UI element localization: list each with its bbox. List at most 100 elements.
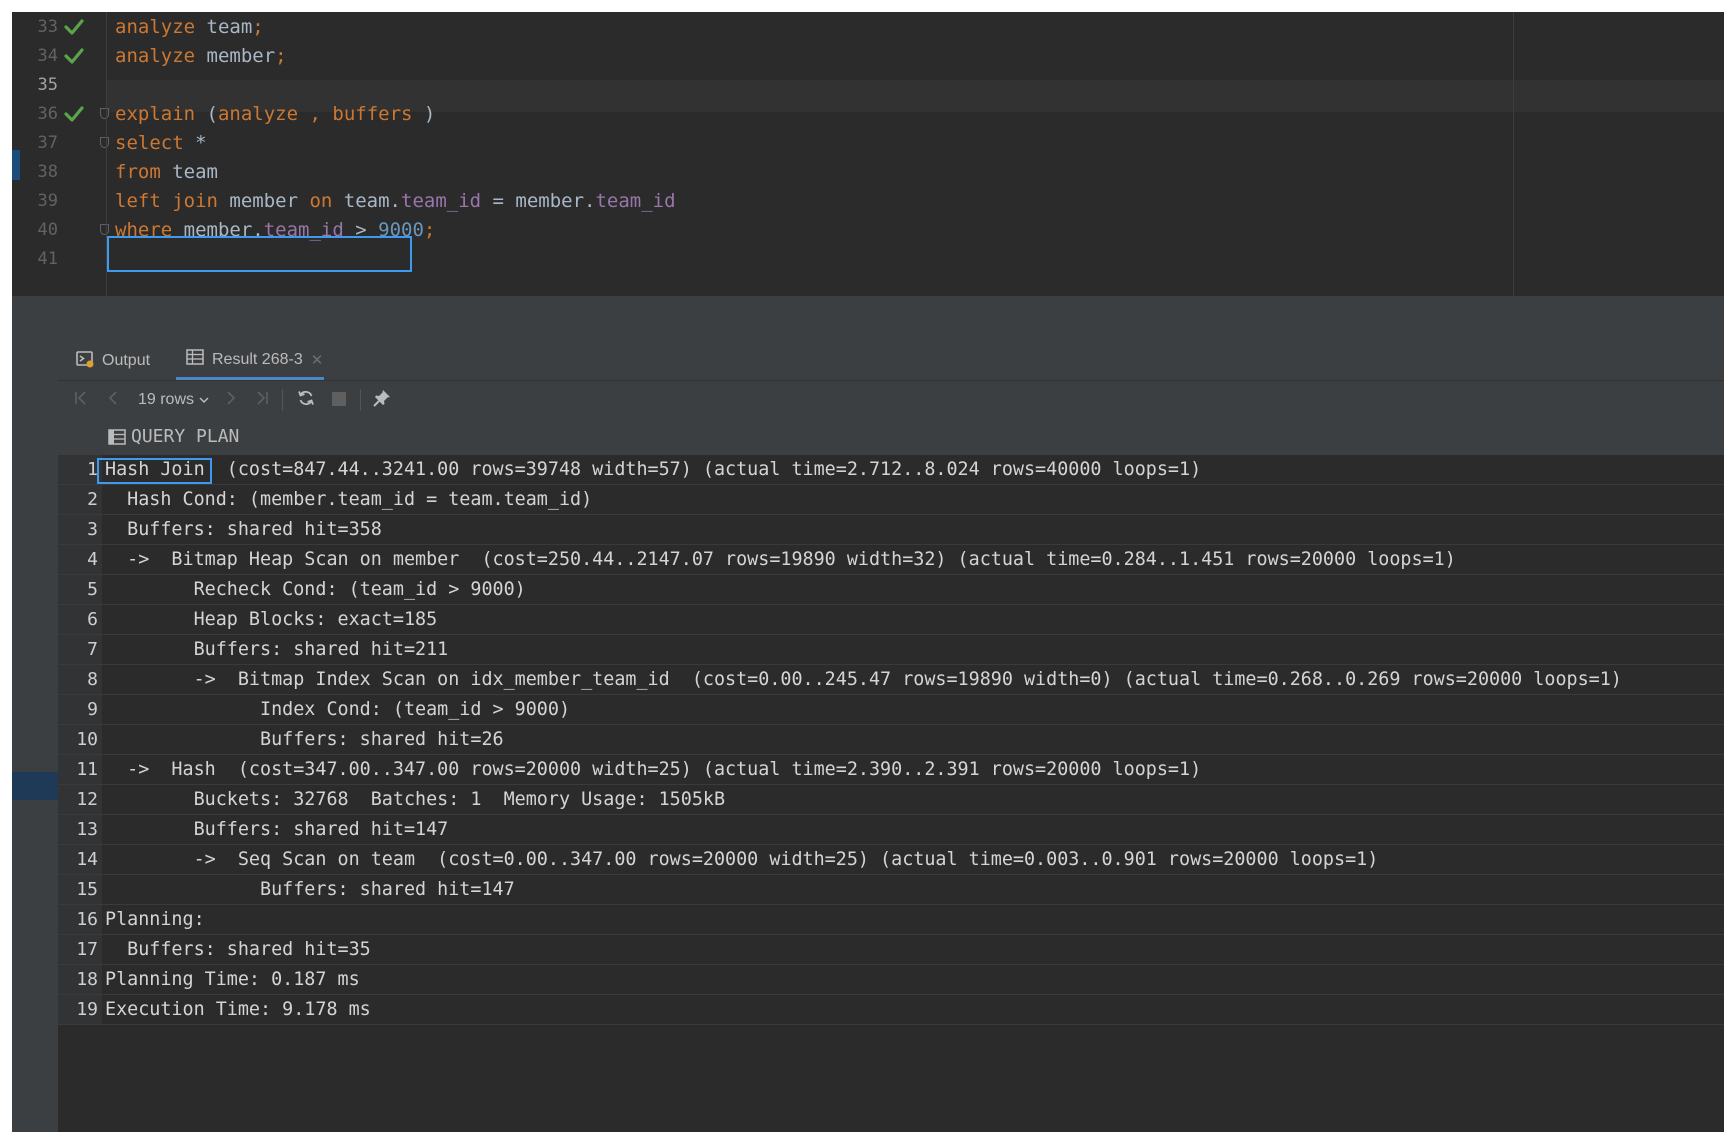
table-row[interactable]: 11 -> Hash (cost=347.00..347.00 rows=200… xyxy=(58,755,1724,785)
row-number: 18 xyxy=(58,965,102,994)
query-plan-cell[interactable]: -> Bitmap Index Scan on idx_member_team_… xyxy=(105,665,1622,694)
table-row[interactable]: 16 Planning: xyxy=(58,905,1724,935)
query-plan-cell[interactable]: Buffers: shared hit=26 xyxy=(105,725,504,754)
row-number: 1 xyxy=(58,455,102,484)
results-grid[interactable]: 1 Hash Join (cost=847.44..3241.00 rows=39… xyxy=(58,455,1724,1132)
query-plan-cell[interactable]: Buffers: shared hit=358 xyxy=(105,515,382,544)
query-plan-cell[interactable]: Buffers: shared hit=147 xyxy=(105,815,449,844)
table-row[interactable]: 10 Buffers: shared hit=26 xyxy=(58,725,1724,755)
line-number: 35 xyxy=(37,75,58,95)
line-number: 33 xyxy=(37,17,58,37)
query-plan-cell[interactable]: -> Hash (cost=347.00..347.00 rows=20000 … xyxy=(105,755,1201,784)
gutter-line[interactable]: 33 xyxy=(12,12,107,43)
row-number: 12 xyxy=(58,785,102,814)
table-row[interactable]: 13 Buffers: shared hit=147 xyxy=(58,815,1724,845)
code-token: team. xyxy=(332,190,401,212)
sql-editor[interactable]: 33 34 35 36 37 38 39 40 41 analyze team; analyze … xyxy=(12,12,1724,296)
code-line: analyze team; xyxy=(115,12,264,43)
line-number: 40 xyxy=(37,220,58,240)
line-number: 38 xyxy=(37,162,58,182)
tab-output[interactable]: Output xyxy=(76,342,166,380)
query-plan-cell[interactable]: Buffers: shared hit=211 xyxy=(105,635,449,664)
chevron-right-icon xyxy=(223,390,239,410)
gutter-line[interactable]: 41 xyxy=(12,243,107,275)
editor-gutter: 33 34 35 36 37 38 39 40 41 xyxy=(12,12,109,296)
table-row[interactable]: 14 -> Seq Scan on team (cost=0.00..347.0… xyxy=(58,845,1724,875)
gutter-line[interactable]: 35 xyxy=(12,69,107,101)
row-number: 19 xyxy=(58,995,102,1024)
gutter-line[interactable]: 38 xyxy=(12,156,107,188)
refresh-button[interactable] xyxy=(294,381,318,419)
table-row[interactable]: 17 Buffers: shared hit=35 xyxy=(58,935,1724,965)
tab-output-label: Output xyxy=(102,352,151,369)
code-token: member xyxy=(195,45,276,67)
gutter-line[interactable]: 37 xyxy=(12,127,109,159)
line-number: 36 xyxy=(37,104,58,124)
query-plan-cell[interactable]: Index Cond: (team_id > 9000) xyxy=(105,695,570,724)
results-toolbar: 19 rows xyxy=(58,381,1724,419)
gutter-line[interactable]: 34 xyxy=(12,40,107,72)
code-token: buffers xyxy=(332,103,413,125)
rows-count-label: 19 rows xyxy=(137,391,195,408)
right-margin-guide xyxy=(1513,12,1514,296)
previous-page-button[interactable] xyxy=(102,381,124,419)
query-plan-cell[interactable]: Planning: xyxy=(105,905,205,934)
table-row[interactable]: 3 Buffers: shared hit=358 xyxy=(58,515,1724,545)
close-tab-icon[interactable]: ✕ xyxy=(311,351,324,369)
toolbar-separator xyxy=(282,389,283,411)
last-page-button[interactable] xyxy=(251,381,273,419)
last-page-icon xyxy=(254,390,270,410)
results-tabs: Output Result 268-3 ✕ xyxy=(58,342,1724,381)
query-plan-cell[interactable]: Execution Time: 9.178 ms xyxy=(105,995,371,1024)
first-page-icon xyxy=(73,390,89,410)
rows-count-dropdown[interactable]: 19 rows xyxy=(134,381,214,419)
table-row[interactable]: 15 Buffers: shared hit=147 xyxy=(58,875,1724,905)
fold-marker-icon[interactable] xyxy=(100,108,109,119)
code-token: explain xyxy=(115,103,196,125)
table-row[interactable]: 18 Planning Time: 0.187 ms xyxy=(58,965,1724,995)
code-token: analyze , xyxy=(217,103,321,125)
first-page-button[interactable] xyxy=(70,381,92,419)
column-header-label: QUERY PLAN xyxy=(131,426,240,447)
table-row[interactable]: 5 Recheck Cond: (team_id > 9000) xyxy=(58,575,1724,605)
fold-marker-icon[interactable] xyxy=(100,224,109,235)
table-row[interactable]: 8 -> Bitmap Index Scan on idx_member_tea… xyxy=(58,665,1724,695)
query-plan-cell[interactable]: Recheck Cond: (team_id > 9000) xyxy=(105,575,526,604)
query-plan-cell[interactable]: -> Bitmap Heap Scan on member (cost=250.… xyxy=(105,545,1456,574)
column-header-query-plan[interactable]: QUERY PLAN xyxy=(58,419,1724,455)
table-row[interactable]: 1 Hash Join (cost=847.44..3241.00 rows=39… xyxy=(58,455,1724,485)
query-plan-cell[interactable]: Heap Blocks: exact=185 xyxy=(105,605,438,634)
table-row[interactable]: 7 Buffers: shared hit=211 xyxy=(58,635,1724,665)
code-token: = member. xyxy=(481,190,596,212)
query-plan-cell[interactable]: Hash Cond: (member.team_id = team.team_i… xyxy=(105,485,592,514)
gutter-line[interactable]: 36 xyxy=(12,98,109,130)
code-token: member xyxy=(217,190,310,212)
query-plan-cell[interactable]: Planning Time: 0.187 ms xyxy=(105,965,360,994)
row-number: 15 xyxy=(58,875,102,904)
table-row[interactable]: 12 Buckets: 32768 Batches: 1 Memory Usag… xyxy=(58,785,1724,815)
query-plan-cell[interactable]: Buffers: shared hit=35 xyxy=(105,935,371,964)
query-plan-cell[interactable]: -> Seq Scan on team (cost=0.00..347.00 r… xyxy=(105,845,1379,874)
code-token: on xyxy=(309,190,333,212)
fold-marker-icon[interactable] xyxy=(100,137,109,148)
table-row[interactable]: 19 Execution Time: 9.178 ms xyxy=(58,995,1724,1025)
table-row[interactable]: 2 Hash Cond: (member.team_id = team.team… xyxy=(58,485,1724,515)
table-row[interactable]: 6 Heap Blocks: exact=185 xyxy=(58,605,1724,635)
code-line: explain (analyze , buffers ) xyxy=(115,98,435,130)
refresh-icon xyxy=(297,389,315,411)
table-row[interactable]: 4 -> Bitmap Heap Scan on member (cost=25… xyxy=(58,545,1724,575)
table-row[interactable]: 9 Index Cond: (team_id > 9000) xyxy=(58,695,1724,725)
query-plan-cell[interactable]: Hash Join (cost=847.44..3241.00 rows=397… xyxy=(105,455,1201,484)
checkmark-icon xyxy=(64,19,84,35)
stop-button[interactable] xyxy=(328,381,350,419)
gutter-line[interactable]: 39 xyxy=(12,185,107,217)
gutter-line[interactable]: 40 xyxy=(12,214,109,246)
query-plan-cell[interactable]: Buckets: 32768 Batches: 1 Memory Usage: … xyxy=(105,785,725,814)
tab-result[interactable]: Result 268-3 ✕ xyxy=(176,342,324,380)
ide-window: 33 34 35 36 37 38 39 40 41 analyze team; analyze … xyxy=(12,12,1724,1132)
pin-tab-button[interactable] xyxy=(370,381,394,419)
query-plan-cell[interactable]: Buffers: shared hit=147 xyxy=(105,875,515,904)
panel-splitter[interactable] xyxy=(12,296,1724,342)
next-page-button[interactable] xyxy=(220,381,242,419)
